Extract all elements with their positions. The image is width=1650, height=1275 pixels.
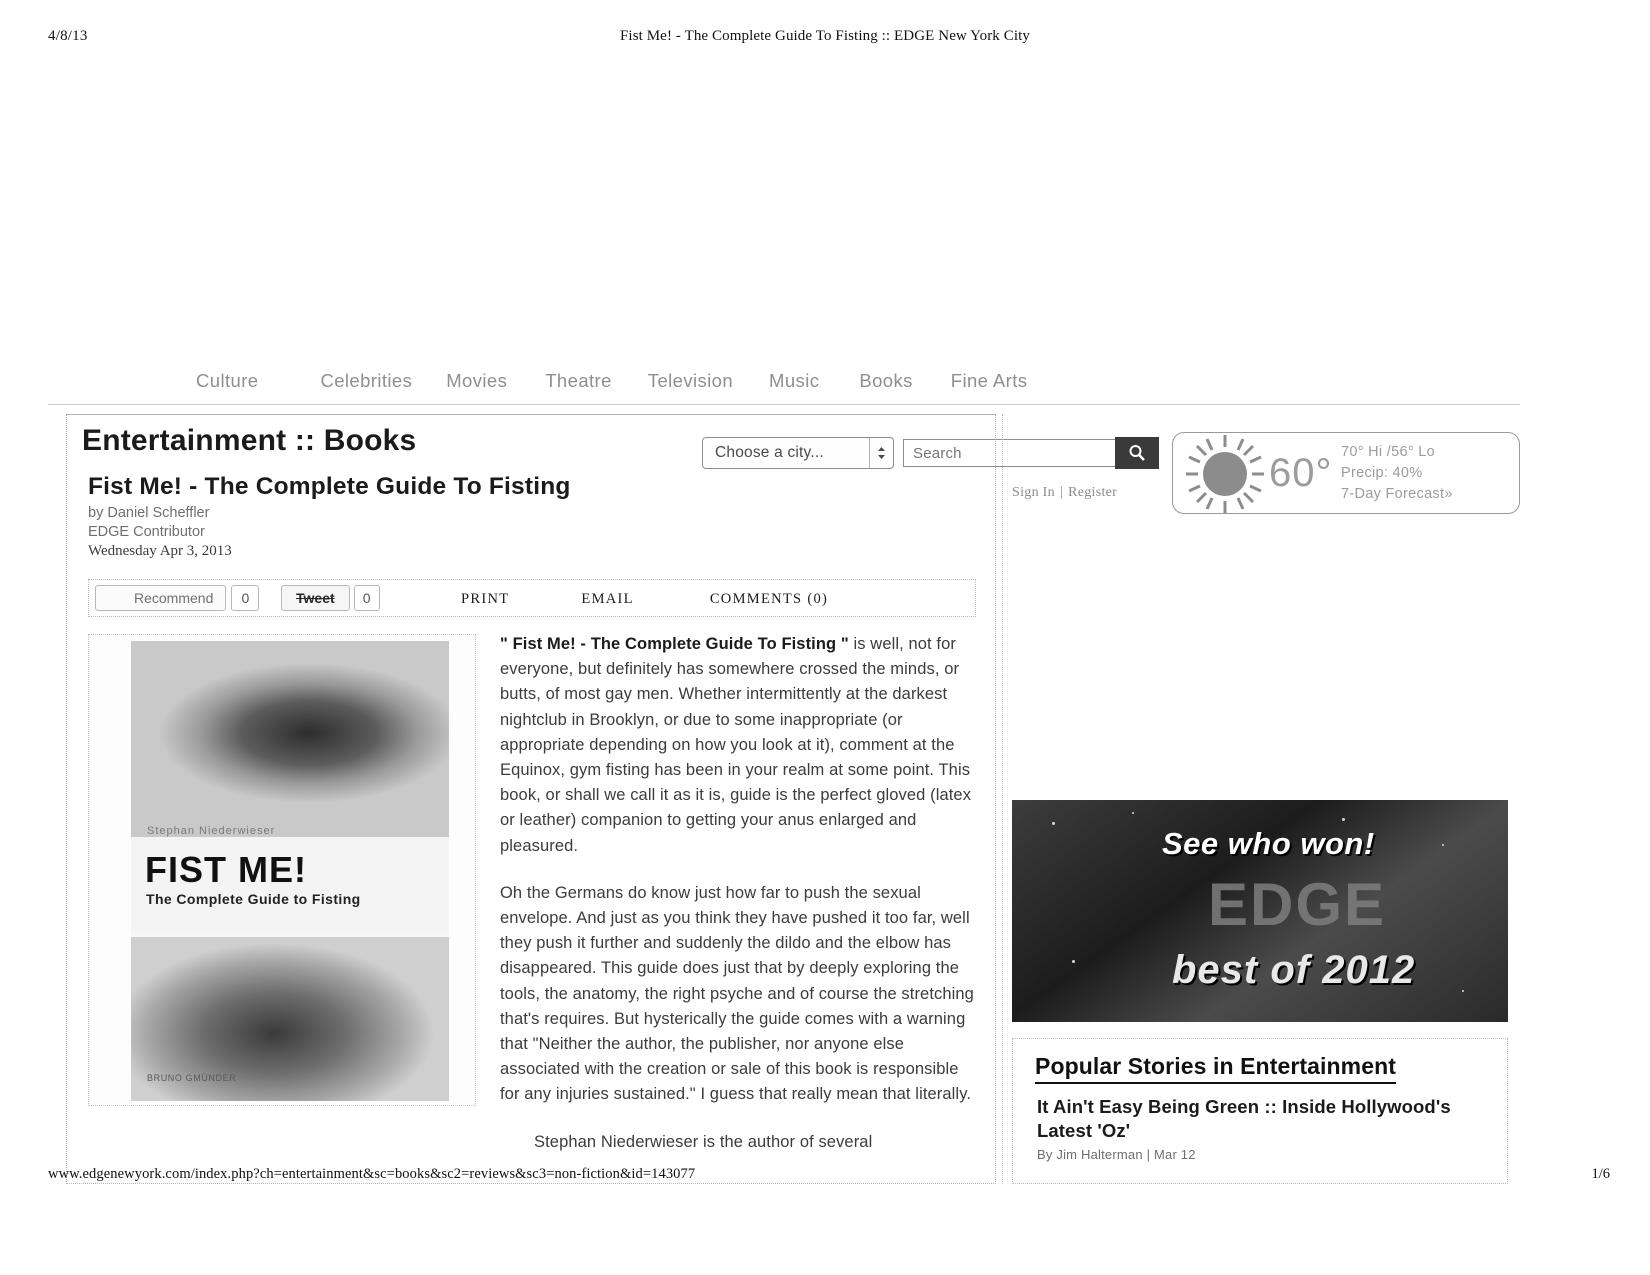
weather-temperature: 60° bbox=[1269, 451, 1333, 495]
book-cover-kicker: Stephan Niederwieser bbox=[147, 825, 276, 837]
print-page-title: Fist Me! - The Complete Guide To Fisting… bbox=[619, 28, 1030, 44]
paragraph-2: Oh the Germans do know just how far to p… bbox=[500, 883, 974, 1104]
printed-web-page: 4/8/13 Fist Me! - The Complete Guide To … bbox=[0, 0, 1650, 1275]
paragraph-3: Stephan Niederwieser is the author of se… bbox=[534, 1132, 873, 1151]
print-page-number: 1/6 bbox=[1591, 1166, 1610, 1182]
book-cover-image: Stephan Niederwieser FIST ME! The Comple… bbox=[88, 634, 476, 1106]
popular-stories-box: Popular Stories in Entertainment It Ain'… bbox=[1012, 1038, 1508, 1184]
popular-stories-heading: Popular Stories in Entertainment bbox=[1035, 1053, 1397, 1084]
book-cover-title: FIST ME! bbox=[145, 849, 307, 890]
comments-link[interactable]: COMMENTS (0) bbox=[710, 591, 828, 608]
article-byline: by Daniel Scheffler EDGE Contributor Wed… bbox=[88, 504, 232, 561]
article-headline: Fist Me! - The Complete Guide To Fisting bbox=[88, 473, 571, 500]
book-cover-subtitle: The Complete Guide to Fisting bbox=[146, 891, 361, 907]
ad-brand: EDGE bbox=[1208, 871, 1387, 938]
magnifier-icon bbox=[1127, 443, 1147, 463]
book-cover-publisher: BRUNO GMÜNDER bbox=[147, 1073, 237, 1083]
ad-subline: best of 2012 bbox=[1172, 948, 1416, 992]
nav-item-theatre[interactable]: Theatre bbox=[545, 370, 612, 392]
nav-divider bbox=[48, 404, 1520, 405]
weather-forecast-link[interactable]: 7-Day Forecast» bbox=[1341, 484, 1453, 505]
utility-bar: Choose a city... Sign In|Register bbox=[0, 215, 1650, 514]
recommend-button-label[interactable]: Recommend bbox=[95, 585, 227, 611]
tweet-count: 0 bbox=[353, 585, 380, 611]
weather-precip: Precip: 40% bbox=[1341, 465, 1423, 481]
social-share-bar: Recommend 0 Tweet 0 PRINT EMAIL COMMENTS… bbox=[88, 579, 976, 617]
nav-item-culture[interactable]: Culture bbox=[196, 370, 258, 392]
article-author-role: EDGE Contributor bbox=[88, 524, 205, 540]
nav-item-celebrities[interactable]: Celebrities bbox=[320, 370, 412, 392]
nav-item-movies[interactable]: Movies bbox=[446, 370, 507, 392]
popular-story-title[interactable]: It Ain't Easy Being Green :: Inside Holl… bbox=[1037, 1095, 1485, 1143]
article-date: Wednesday Apr 3, 2013 bbox=[88, 543, 232, 559]
search-button[interactable] bbox=[1115, 437, 1159, 469]
sun-icon bbox=[1169, 431, 1281, 517]
article-author: by Daniel Scheffler bbox=[88, 505, 210, 521]
article-body: " Fist Me! - The Complete Guide To Fisti… bbox=[500, 632, 982, 1177]
weather-high-low: 70° Hi /56° Lo bbox=[1341, 444, 1435, 460]
main-navigation: Culture Celebrities Movies Theatre Telev… bbox=[0, 370, 1650, 408]
book-cover-photo: Stephan Niederwieser FIST ME! The Comple… bbox=[131, 641, 449, 1101]
recommend-count: 0 bbox=[231, 585, 260, 611]
advertisement-banner[interactable]: See who won! EDGE best of 2012 bbox=[1012, 800, 1508, 1022]
tweet-button-label[interactable]: Tweet bbox=[281, 585, 350, 611]
print-link[interactable]: PRINT bbox=[461, 591, 509, 608]
popular-story-meta: By Jim Halterman | Mar 12 bbox=[1037, 1147, 1196, 1162]
nav-item-music[interactable]: Music bbox=[769, 370, 819, 392]
sign-in-link[interactable]: Sign In bbox=[1012, 485, 1055, 500]
weather-details: 70° Hi /56° Lo Precip: 40% 7-Day Forecas… bbox=[1341, 442, 1453, 505]
auth-separator: | bbox=[1059, 485, 1064, 500]
paragraph-1: " Fist Me! - The Complete Guide To Fisti… bbox=[500, 632, 982, 859]
twitter-tweet[interactable]: Tweet 0 bbox=[281, 585, 380, 611]
paragraph-1-text: is well, not for everyone, but definitel… bbox=[500, 635, 972, 855]
article-tools: PRINT EMAIL COMMENTS (0) bbox=[461, 591, 828, 608]
email-link[interactable]: EMAIL bbox=[581, 591, 633, 608]
nav-item-television[interactable]: Television bbox=[648, 370, 733, 392]
print-url: www.edgenewyork.com/index.php?ch=enterta… bbox=[48, 1166, 696, 1182]
auth-links: Sign In | Register bbox=[1012, 485, 1117, 501]
article-lead-title: " Fist Me! - The Complete Guide To Fisti… bbox=[500, 635, 849, 653]
register-link[interactable]: Register bbox=[1068, 485, 1117, 500]
facebook-recommend[interactable]: Recommend 0 bbox=[95, 585, 260, 611]
rail-divider bbox=[1002, 414, 1003, 1184]
nav-item-books[interactable]: Books bbox=[859, 370, 912, 392]
ad-headline: See who won! bbox=[1162, 826, 1375, 861]
weather-widget[interactable]: 60° 70° Hi /56° Lo Precip: 40% 7-Day For… bbox=[1172, 432, 1520, 514]
nav-item-fine-arts[interactable]: Fine Arts bbox=[951, 370, 1028, 392]
section-title: Entertainment :: Books bbox=[82, 424, 417, 457]
